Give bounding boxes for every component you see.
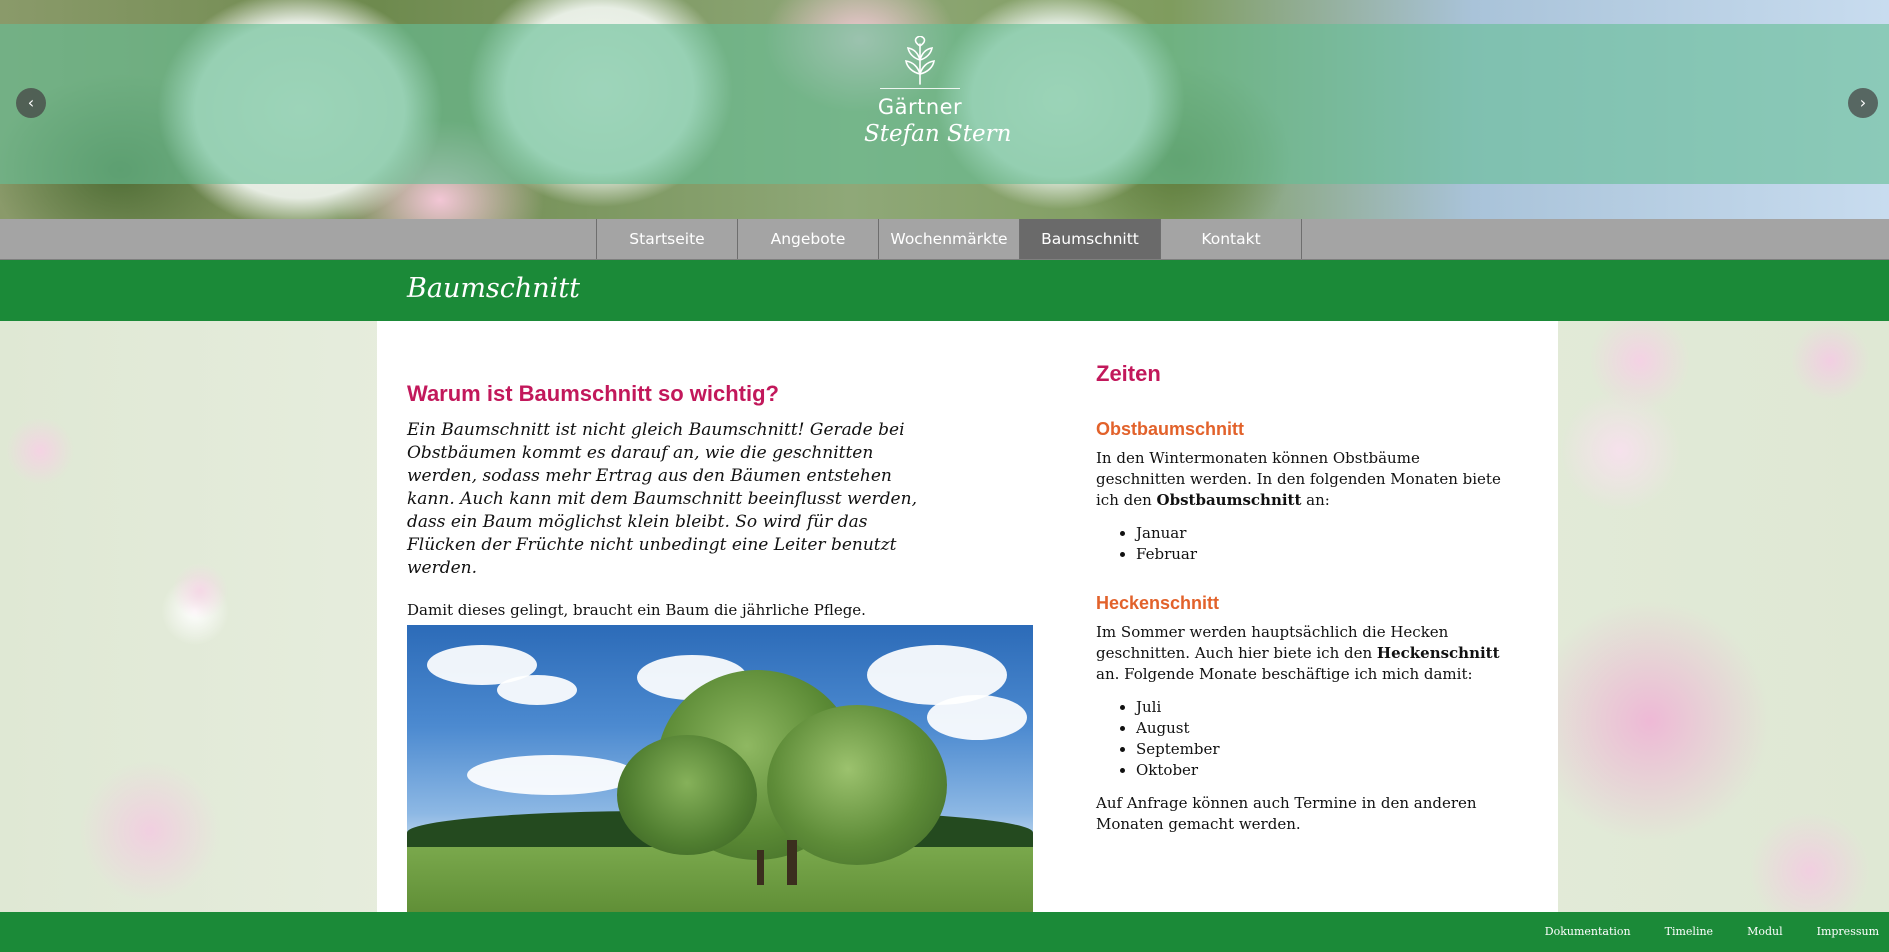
tree-photo [407,625,1033,912]
footer-link-dokumentation[interactable]: Dokumentation [1545,912,1631,952]
hero-slider: Gärtner Stefan Stern ‹ › [0,0,1889,219]
care-paragraph: Damit dieses gelingt, braucht ein Baum d… [407,601,866,619]
sprout-icon [905,36,935,85]
page-title-bar: Baumschnitt [0,260,1889,321]
nav-list: Startseite Angebote Wochenmärkte Baumsch… [596,219,1302,259]
list-item: Februar [1136,544,1506,565]
footer: Dokumentation Timeline Modul Impressum [0,912,1889,952]
obstbaumschnitt-heading: Obstbaumschnitt [1096,419,1245,439]
nav-item-wochenmaerkte[interactable]: Wochenmärkte [879,219,1020,259]
right-column: Zeiten Obstbaumschnitt In den Wintermona… [1096,361,1506,835]
obstbaumschnitt-text: In den Wintermonaten können Obstbäume ge… [1096,449,1501,509]
logo-title: Gärtner [877,95,963,119]
list-item: Juli [1136,697,1506,718]
lead-paragraph: Ein Baumschnitt ist nicht gleich Baumsch… [407,420,917,578]
closing-note: Auf Anfrage können auch Termine in den a… [1096,794,1477,833]
list-item: September [1136,739,1506,760]
nav-item-baumschnitt[interactable]: Baumschnitt [1020,219,1161,259]
nav-item-startseite[interactable]: Startseite [597,219,738,259]
heckenschnitt-text: Im Sommer werden hauptsächlich die Hecke… [1096,623,1500,683]
chevron-right-icon: › [1859,93,1867,112]
section-heading-times: Zeiten [1096,361,1161,386]
footer-links: Dokumentation Timeline Modul Impressum [1511,912,1879,952]
left-column: Warum ist Baumschnitt so wichtig? Ein Ba… [407,381,1033,912]
main-navigation: Startseite Angebote Wochenmärkte Baumsch… [0,219,1889,260]
site-logo[interactable]: Gärtner Stefan Stern [864,36,1012,149]
obstbaumschnitt-months: Januar Februar [1096,523,1506,565]
chevron-left-icon: ‹ [27,93,35,112]
list-item: August [1136,718,1506,739]
nav-item-kontakt[interactable]: Kontakt [1161,219,1302,259]
section-heading-why: Warum ist Baumschnitt so wichtig? [407,381,779,406]
logo-divider [880,88,960,89]
footer-link-timeline[interactable]: Timeline [1665,912,1713,952]
list-item: Januar [1136,523,1506,544]
slider-next-button[interactable]: › [1848,88,1878,118]
logo-subtitle: Stefan Stern [864,121,1012,147]
footer-link-modul[interactable]: Modul [1747,912,1783,952]
footer-link-impressum[interactable]: Impressum [1817,912,1879,952]
heckenschnitt-heading: Heckenschnitt [1096,593,1220,613]
page-title: Baumschnitt [407,273,581,304]
heckenschnitt-months: Juli August September Oktober [1096,697,1506,781]
slider-prev-button[interactable]: ‹ [16,88,46,118]
main-content: Warum ist Baumschnitt so wichtig? Ein Ba… [377,321,1558,912]
list-item: Oktober [1136,760,1506,781]
nav-item-angebote[interactable]: Angebote [738,219,879,259]
